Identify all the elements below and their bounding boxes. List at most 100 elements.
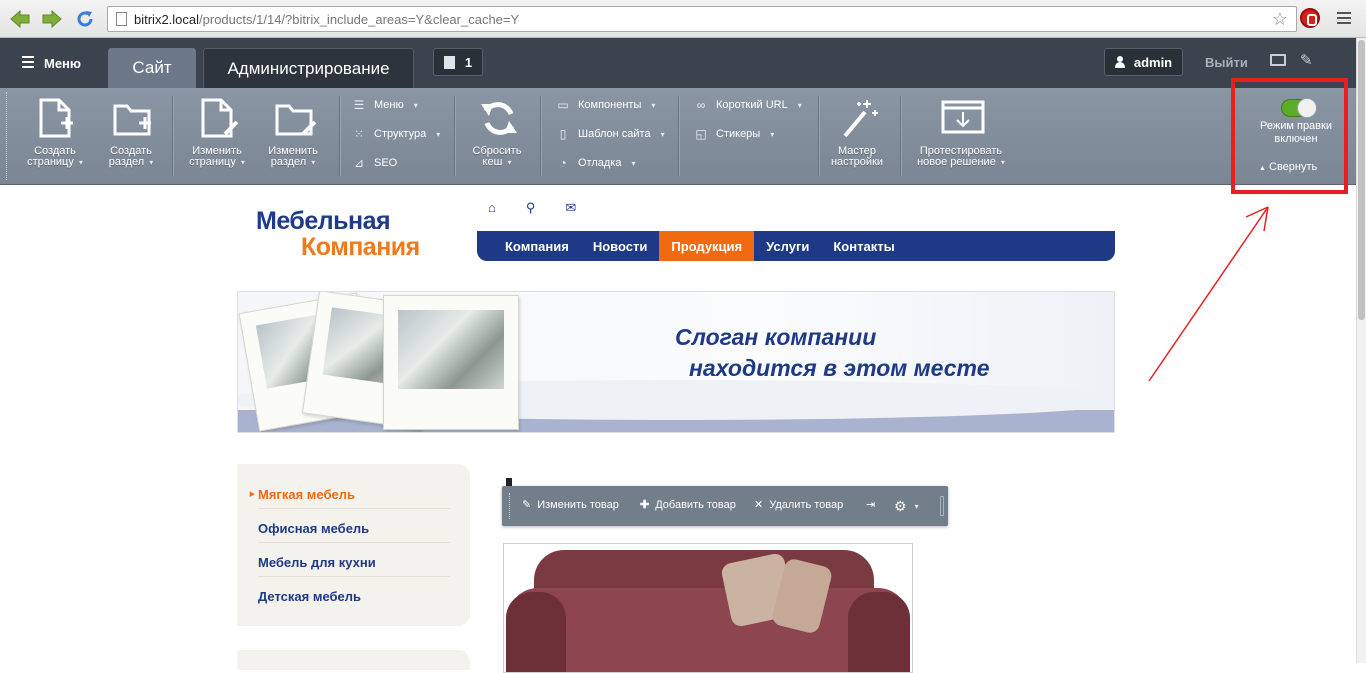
- create-page-button[interactable]: Создать страницу ▾: [22, 88, 88, 185]
- product-title-fragment: [506, 478, 512, 486]
- nav-item-products[interactable]: Продукция: [659, 231, 755, 261]
- add-product-label: Добавить товар: [655, 498, 736, 511]
- mail-icon[interactable]: ✉: [565, 200, 576, 216]
- browser-toolbar: bitrix2.local/products/1/14/?bitrix_incl…: [0, 0, 1366, 38]
- pin-icon[interactable]: ✎: [1300, 51, 1313, 69]
- pin-toolbar-button[interactable]: ⇥: [866, 498, 875, 511]
- url-host: bitrix2.local: [134, 12, 200, 27]
- edit-page-button[interactable]: Изменить страницу ▾: [184, 88, 250, 185]
- notifications-count: 1: [464, 54, 473, 70]
- refresh-icon: [477, 96, 517, 140]
- structure-label: Структура: [374, 128, 427, 140]
- admin-panel-toolbar: Создать страницу ▾ Создать раздел ▾ Измени…: [0, 88, 1356, 185]
- new-page-icon: [35, 96, 75, 140]
- gear-icon: ⚙: [894, 498, 907, 514]
- debug-dropdown[interactable]: ◔ Отладка ▾: [556, 156, 635, 170]
- logout-link[interactable]: Выйти: [1205, 55, 1248, 70]
- menu-dropdown-label: Меню: [374, 99, 404, 111]
- add-product-button[interactable]: ✚ Добавить товар: [640, 498, 736, 512]
- url-text: bitrix2.local/products/1/14/?bitrix_incl…: [134, 12, 519, 27]
- short-url-dropdown[interactable]: ∞ Короткий URL ▾: [694, 98, 802, 112]
- components-icon: ▭: [557, 98, 569, 112]
- notifications-button[interactable]: 1: [433, 48, 483, 76]
- scrollbar-thumb[interactable]: [1358, 40, 1365, 320]
- debug-label: Отладка: [578, 157, 622, 169]
- forward-button[interactable]: [40, 7, 64, 31]
- keyboard-icon[interactable]: [1270, 54, 1286, 66]
- drag-handle[interactable]: [6, 92, 10, 180]
- wizard-button[interactable]: Мастер настройки: [826, 88, 888, 185]
- logo-line-2: Компания: [301, 233, 420, 261]
- bookmark-star-icon[interactable]: ☆: [1272, 9, 1288, 30]
- settings-button[interactable]: ⚙ ▾: [894, 498, 919, 515]
- user-button[interactable]: admin: [1104, 48, 1183, 76]
- product-image[interactable]: [503, 543, 913, 673]
- url-path: /products/1/14/?bitrix_include_areas=Y&c…: [199, 12, 520, 27]
- link-icon: ∞: [696, 98, 706, 112]
- tab-admin[interactable]: Администрирование: [203, 48, 414, 88]
- clipboard-icon: ▯: [559, 127, 567, 141]
- toolbar-end-handle[interactable]: [940, 496, 944, 516]
- home-icon[interactable]: ⌂: [488, 200, 496, 216]
- sticker-icon: ◱: [695, 127, 707, 141]
- reload-button[interactable]: [73, 7, 97, 31]
- test-solution-button[interactable]: Протестировать новое решение ▾: [910, 88, 1012, 185]
- page-scrollbar[interactable]: [1356, 38, 1366, 663]
- edit-section-button[interactable]: Изменить раздел ▾: [258, 88, 328, 185]
- user-name: admin: [1133, 54, 1173, 70]
- seo-button[interactable]: ⊿ SEO: [352, 156, 397, 170]
- reload-icon: [77, 11, 93, 27]
- extension-icon[interactable]: [1300, 8, 1320, 28]
- site-logo[interactable]: Мебельная Компания: [256, 208, 420, 260]
- seo-label: SEO: [374, 157, 398, 169]
- back-button[interactable]: [8, 7, 32, 31]
- panel-menu-button[interactable]: Меню: [22, 56, 81, 71]
- download-window-icon: [941, 96, 985, 140]
- highlight-box: [1231, 78, 1348, 194]
- nav-item-company[interactable]: Компания: [493, 231, 581, 261]
- slogan-line-1: Слоган компании: [675, 324, 877, 350]
- sidebar-item-kitchen-furniture[interactable]: Мебель для кухни: [258, 555, 450, 577]
- edit-page-icon: [197, 96, 239, 140]
- browser-menu-icon[interactable]: [1337, 12, 1351, 27]
- site-main-nav: Компания Новости Продукция Услуги Контак…: [477, 231, 1115, 261]
- pencil-icon: ✎: [522, 499, 532, 511]
- sidebar-item-soft-furniture[interactable]: Мягкая мебель: [248, 487, 450, 509]
- sidebar-item-office-furniture[interactable]: Офисная мебель: [258, 521, 450, 543]
- structure-dropdown[interactable]: ⁙ Структура ▾: [352, 127, 440, 141]
- template-dropdown[interactable]: ▯ Шаблон сайта ▾: [556, 127, 665, 141]
- search-icon[interactable]: ⚲: [526, 200, 536, 216]
- magic-wand-icon: [837, 96, 878, 140]
- banner-slogan: Слоган компании находится в этом месте: [675, 322, 989, 384]
- toolbar-drag-handle[interactable]: [509, 493, 512, 519]
- nav-item-contacts[interactable]: Контакты: [821, 231, 906, 261]
- template-label: Шаблон сайта: [578, 128, 651, 140]
- edit-product-button[interactable]: ✎ Изменить товар: [522, 498, 619, 512]
- test-solution-label-2: новое решение: [917, 156, 996, 168]
- short-url-label: Короткий URL: [716, 99, 788, 111]
- sidebar-item-kids-furniture[interactable]: Детская мебель: [258, 589, 450, 610]
- tab-site[interactable]: Сайт: [108, 48, 196, 88]
- toolbar-separator: [900, 96, 901, 176]
- pin-horizontal-icon: ⇥: [866, 499, 876, 511]
- toolbar-separator: [339, 96, 340, 176]
- close-icon: ✕: [754, 499, 764, 511]
- create-page-label-2: страницу: [27, 156, 74, 168]
- nav-item-services[interactable]: Услуги: [754, 231, 821, 261]
- toolbar-separator: [678, 96, 679, 176]
- delete-product-button[interactable]: ✕ Удалить товар: [754, 498, 843, 512]
- menu-dropdown[interactable]: ☰ Меню ▾: [352, 98, 418, 112]
- create-section-button[interactable]: Создать раздел ▾: [98, 88, 164, 185]
- forward-arrow-icon: [42, 9, 62, 29]
- components-dropdown[interactable]: ▭ Компоненты ▾: [556, 98, 655, 112]
- clear-cache-button[interactable]: Сбросить кеш ▾: [466, 88, 528, 185]
- clear-cache-label-2: кеш: [482, 156, 503, 168]
- banner-photo: [383, 295, 519, 430]
- admin-panel-top: Меню Сайт Администрирование 1 admin Выйт…: [0, 38, 1356, 88]
- address-bar[interactable]: bitrix2.local/products/1/14/?bitrix_incl…: [107, 6, 1297, 32]
- stickers-label: Стикеры: [716, 128, 761, 140]
- back-arrow-icon: [10, 9, 30, 29]
- stickers-dropdown[interactable]: ◱ Стикеры ▾: [694, 127, 774, 141]
- nav-item-news[interactable]: Новости: [581, 231, 660, 261]
- toolbar-separator: [454, 96, 455, 176]
